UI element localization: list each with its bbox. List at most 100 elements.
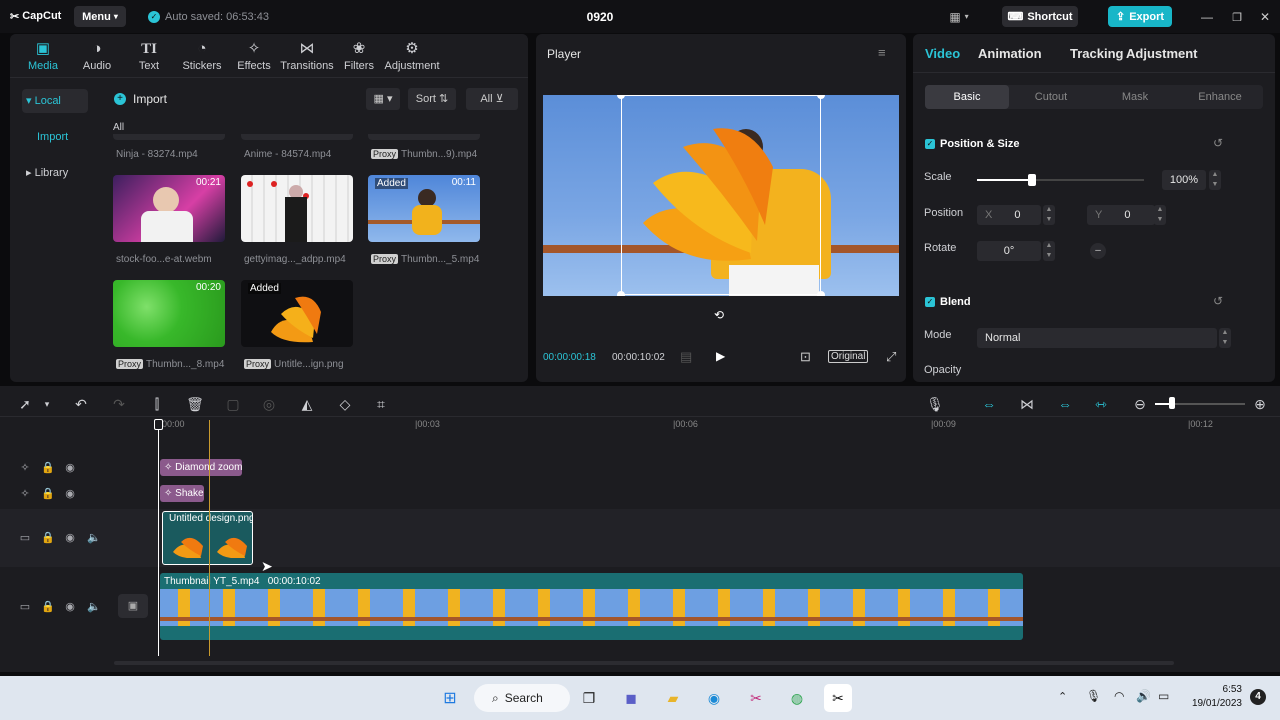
taskbar-search[interactable]: ⌕ Search <box>474 684 570 712</box>
lock-icon[interactable]: 🔒 <box>41 461 55 474</box>
position-y-stepper[interactable]: ▲ ▼ <box>1154 205 1166 225</box>
subtab-basic[interactable]: Basic <box>925 85 1009 109</box>
wifi-icon[interactable]: ◠ <box>1114 689 1124 703</box>
subtab-mask[interactable]: Mask <box>1093 85 1177 109</box>
position-x-input[interactable]: X0 <box>977 205 1041 225</box>
zoom-in-icon[interactable]: ⊕ <box>1251 395 1269 413</box>
cover-icon[interactable]: ▣ <box>118 594 148 618</box>
import-button[interactable]: + Import <box>114 88 167 110</box>
scale-slider[interactable] <box>977 174 1144 186</box>
microphone-icon[interactable]: 🎙 <box>926 395 944 413</box>
edge-icon[interactable]: ◉ <box>700 684 728 712</box>
split-icon[interactable]: ⫿ <box>148 395 166 413</box>
menu-button[interactable]: Menu ▾ <box>74 6 126 27</box>
reset-icon[interactable]: ↺ <box>1213 136 1223 150</box>
playhead-handle[interactable] <box>154 419 163 430</box>
chrome-icon[interactable]: ◍ <box>783 684 811 712</box>
position-size-checkbox[interactable]: ✓ <box>925 139 935 149</box>
mirror-icon[interactable]: ◭ <box>298 395 316 413</box>
zoom-slider-knob[interactable] <box>1169 397 1175 409</box>
blend-checkbox[interactable]: ✓ <box>925 297 935 307</box>
subtab-cutout[interactable]: Cutout <box>1009 85 1093 109</box>
tool-text[interactable]: TI Text <box>121 38 177 78</box>
speaker-icon[interactable]: 🔈 <box>87 600 101 613</box>
playhead[interactable] <box>158 420 159 656</box>
select-tool-icon[interactable]: ➚ <box>16 395 34 413</box>
media-item-thumbnail[interactable]: Added 00:11 <box>368 175 480 242</box>
close-icon[interactable]: ✕ <box>1256 9 1274 25</box>
selection-box[interactable] <box>621 95 821 295</box>
tab-video[interactable]: Video <box>925 46 960 61</box>
rotate-handle-icon[interactable]: ⟲ <box>714 308 724 322</box>
tool-effects[interactable]: ✧ Effects <box>226 38 282 78</box>
blend-mode-select[interactable]: Normal <box>977 328 1217 348</box>
zoom-out-icon[interactable]: ⊖ <box>1131 395 1149 413</box>
filter-button[interactable]: All ⊻ <box>466 88 518 110</box>
tool-audio[interactable]: ◑ Audio <box>69 38 125 78</box>
fullscreen-icon[interactable]: ⤢ <box>886 349 896 365</box>
file-explorer-icon[interactable]: ▰ <box>659 684 687 712</box>
tool-filters[interactable]: ❀ Filters <box>331 38 387 78</box>
eye-icon[interactable]: ◉ <box>64 487 76 500</box>
snipping-tool-icon[interactable]: ✂ <box>742 684 770 712</box>
position-x-stepper[interactable]: ▲ ▼ <box>1043 205 1055 225</box>
volume-icon[interactable]: 🔊 <box>1136 689 1151 703</box>
rotate-icon[interactable]: ◇ <box>336 395 354 413</box>
media-item-partial[interactable] <box>241 134 353 140</box>
freeze-icon[interactable]: ▢ <box>224 395 242 413</box>
shortcut-button[interactable]: ⌨ Shortcut <box>1002 6 1078 27</box>
taskbar-clock[interactable]: 6:53 19/01/2023 <box>1186 683 1242 711</box>
rotate-input[interactable]: 0° <box>977 241 1041 261</box>
tool-adjustment[interactable]: ⚙ Adjustment <box>384 38 440 78</box>
minimize-icon[interactable]: — <box>1198 9 1216 25</box>
eye-icon[interactable]: ◉ <box>64 600 76 613</box>
effect-clip[interactable]: ✧ Diamond zoom <box>160 459 242 476</box>
lock-icon[interactable]: 🔒 <box>41 600 55 613</box>
capcut-taskbar-icon[interactable]: ✂ <box>824 684 852 712</box>
sidebar-item-import[interactable]: Import <box>37 131 68 143</box>
play-icon[interactable]: ▶ <box>716 349 725 363</box>
tool-stickers[interactable]: ◔ Stickers <box>174 38 230 78</box>
subtab-enhance[interactable]: Enhance <box>1177 85 1263 109</box>
reverse-icon[interactable]: ◎ <box>260 395 278 413</box>
sidebar-item-library[interactable]: ▸ Library <box>22 162 88 184</box>
blend-mode-arrow[interactable]: ▲ ▼ <box>1219 328 1231 348</box>
tab-adjustment[interactable]: Adjustment <box>1126 46 1198 61</box>
media-item-thumbnail[interactable]: 00:20 <box>113 280 225 347</box>
fit-icon[interactable]: ⊡ <box>800 349 811 365</box>
auto-snap-icon[interactable]: ⋈ <box>1018 395 1036 413</box>
rotate-stepper[interactable]: ▲ ▼ <box>1043 241 1055 261</box>
battery-icon[interactable]: ▭ <box>1158 689 1169 703</box>
eye-icon[interactable]: ◉ <box>64 531 76 544</box>
media-item-partial[interactable] <box>113 134 225 140</box>
restore-icon[interactable]: ❐ <box>1228 9 1246 25</box>
video-preview[interactable] <box>543 95 899 296</box>
view-toggle[interactable]: ▦ ▾ <box>366 88 400 110</box>
chevron-down-icon[interactable]: ▾ <box>38 395 56 413</box>
timeline-scrollbar[interactable] <box>114 661 1174 665</box>
reset-icon[interactable]: ↺ <box>1213 294 1223 308</box>
link-icon[interactable]: ⇔ <box>1056 395 1074 413</box>
resize-handle[interactable] <box>817 95 825 99</box>
delete-icon[interactable]: 🗑 <box>186 395 204 413</box>
main-clip[interactable]: Thumbnail YT_5.mp4 00:00:10:02 <box>160 573 1023 640</box>
notification-badge[interactable]: 4 <box>1250 689 1266 705</box>
scale-slider-knob[interactable] <box>1028 174 1037 186</box>
lock-icon[interactable]: 🔒 <box>41 487 55 500</box>
redo-icon[interactable]: ↷ <box>110 395 128 413</box>
layout-icon[interactable]: ▦ ▾ <box>942 8 976 25</box>
tab-animation[interactable]: Animation <box>978 46 1042 61</box>
position-y-input[interactable]: Y0 <box>1087 205 1155 225</box>
overlay-clip[interactable]: Untitled design.png <box>162 511 253 565</box>
original-ratio-button[interactable]: Original <box>828 350 869 363</box>
scale-input[interactable]: 100% <box>1162 170 1206 190</box>
task-view-icon[interactable]: ❐ <box>575 684 603 712</box>
undo-icon[interactable]: ↶ <box>72 395 90 413</box>
tool-transitions[interactable]: ⋈ Transitions <box>279 38 335 78</box>
tool-media[interactable]: ▣ Media <box>15 38 71 78</box>
menu-lines-icon[interactable]: ≡ <box>878 45 886 60</box>
resize-handle[interactable] <box>817 291 825 296</box>
export-button[interactable]: ⇪ Export <box>1108 6 1172 27</box>
preview-axis-icon[interactable]: ⇿ <box>1092 395 1110 413</box>
resize-handle[interactable] <box>617 291 625 296</box>
